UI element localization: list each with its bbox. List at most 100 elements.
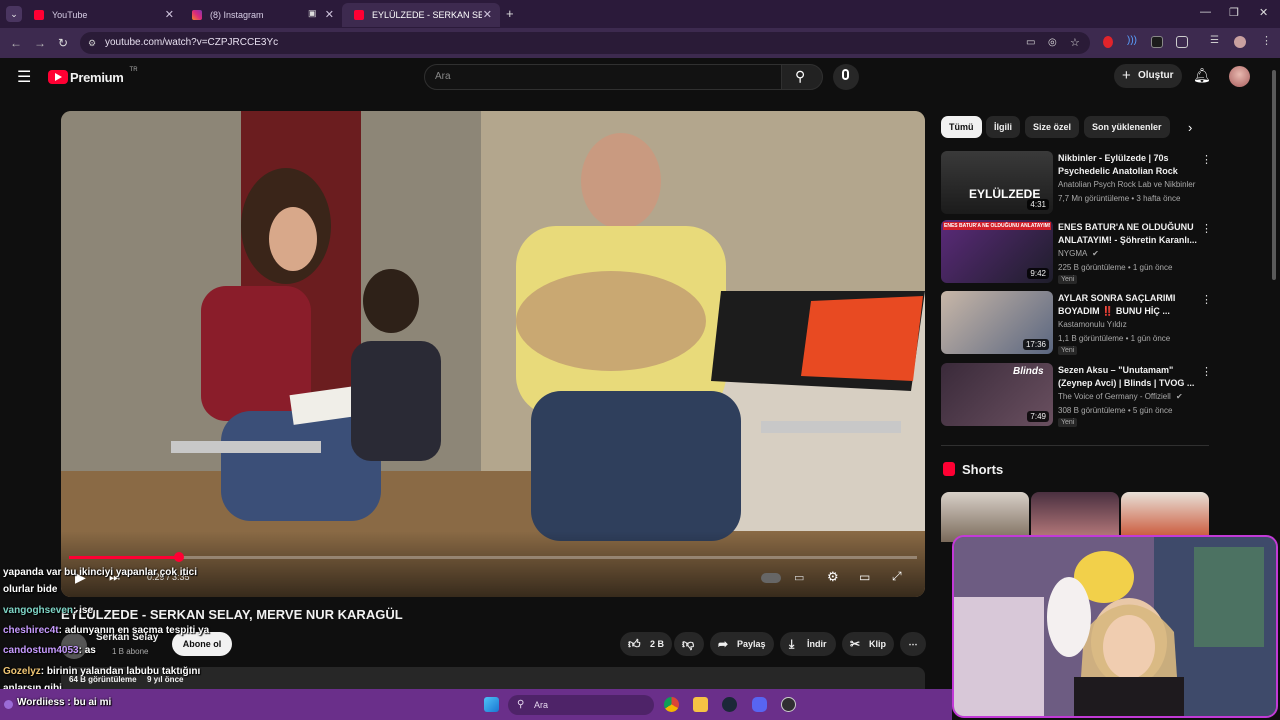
streamer-webcam (952, 535, 1278, 718)
new-badge: Yeni (1058, 418, 1078, 427)
chat-message: olurlar bide (3, 584, 57, 595)
settings-gear-icon[interactable]: ⚙ (827, 569, 839, 585)
forward-icon[interactable]: → (34, 36, 46, 50)
profile-avatar-icon[interactable] (1234, 36, 1246, 48)
search-button[interactable]: ⚲ (781, 64, 823, 90)
restore-icon[interactable]: ❐ (1229, 6, 1239, 19)
back-icon[interactable]: ← (10, 36, 22, 50)
more-vertical-icon[interactable]: ⋮ (1201, 222, 1212, 235)
more-vertical-icon[interactable]: ⋮ (1201, 365, 1212, 378)
new-tab-icon[interactable]: + (506, 6, 514, 21)
recommendation-item[interactable]: ENES BATUR'A NE OLDUĞUNU ANLATAYIM! 9:42… (941, 220, 1212, 284)
chrome-icon[interactable] (664, 697, 679, 712)
reading-list-icon[interactable]: ☰ (1210, 35, 1222, 47)
tab-media-icon[interactable]: ▣ (308, 8, 317, 19)
recommendation-title: Nikbinler - Eylülzede | 70s Psychedelic … (1058, 153, 1178, 176)
thumbs-up-icon: 👍︎ (628, 637, 641, 651)
hamburger-menu-icon[interactable]: ☰ (17, 67, 31, 87)
file-explorer-icon[interactable] (693, 697, 708, 712)
share-label: Paylaş (737, 639, 766, 649)
cast-icon[interactable]: ▭ (1026, 32, 1035, 54)
create-button[interactable]: + Oluştur (1114, 64, 1182, 88)
like-button[interactable]: 👍︎ 2 B (620, 632, 672, 656)
theater-mode-icon[interactable]: ▭ (859, 570, 870, 584)
video-frame (61, 111, 925, 597)
tab-instagram[interactable]: (8) Instagram ▣ ✕ (180, 3, 342, 27)
video-player[interactable]: ▶ ⏭ 0:29 / 3:35 ▭ ⚙ ▭ ⤢ (61, 111, 925, 597)
tab-title: EYLÜLZEDE - SERKAN SELAY, M (372, 10, 482, 20)
recommendation-item[interactable]: EYLÜLZEDE 4:31 Nikbinler - Eylülzede | 7… (941, 151, 1212, 215)
chat-message: yapanda var bu ikinciyi yapanlar çok iti… (3, 567, 197, 578)
autoplay-toggle[interactable] (761, 573, 781, 583)
create-label: Oluştur (1138, 70, 1174, 81)
discord-icon[interactable] (752, 697, 767, 712)
taskbar-search-text: Ara (534, 700, 549, 710)
chip-recent[interactable]: Son yüklenenler (1084, 116, 1170, 138)
chip-for-you[interactable]: Size özel (1025, 116, 1080, 138)
minimize-icon[interactable]: — (1200, 6, 1211, 18)
windows-taskbar: ⚲ Ara Wordiiess : bu ai mi (0, 689, 952, 720)
clip-label: Klip (869, 639, 886, 649)
video-thumbnail: 17:36 (941, 291, 1053, 354)
recommendation-item[interactable]: Blinds 7:49 Sezen Aksu – "Unutamam" (Zey… (941, 363, 1212, 427)
thumbs-down-icon: 👎︎ (682, 637, 695, 651)
extension-red-icon[interactable] (1103, 36, 1113, 48)
taskbar-search[interactable]: ⚲ Ara (508, 695, 654, 715)
reload-icon[interactable]: ↻ (58, 36, 68, 50)
chip-all[interactable]: Tümü (941, 116, 982, 138)
dislike-button[interactable]: 👎︎ (674, 632, 704, 656)
extension-audio-icon[interactable]: ))) (1127, 35, 1139, 47)
tab-list-icon[interactable]: ⌄ (6, 6, 22, 22)
chat-text: olurlar bide (3, 584, 58, 595)
like-count: 2 B (650, 639, 665, 649)
duration-badge: 9:42 (1027, 268, 1049, 279)
more-actions-button[interactable]: ⋯ (900, 632, 926, 656)
tab-youtube[interactable]: YouTube ✕ (22, 3, 182, 27)
extension-mask-icon[interactable] (1151, 36, 1163, 48)
progress-fill (69, 556, 179, 559)
search-input[interactable]: Ara (424, 64, 782, 90)
chip-related[interactable]: İlgili (986, 116, 1020, 138)
voice-search-button[interactable] (833, 64, 859, 90)
thumbnail-caption: ENES BATUR'A NE OLDUĞUNU ANLATAYIM! (943, 222, 1051, 230)
subtitles-icon[interactable]: ▭ (794, 571, 804, 584)
chat-text: : as (78, 645, 96, 656)
fullscreen-icon[interactable]: ⤢ (892, 569, 902, 584)
chat-username: Wordiiess (17, 697, 65, 708)
clip-button[interactable]: ✂ Klip (842, 632, 894, 656)
chevron-right-icon[interactable]: › (1188, 120, 1192, 135)
site-info-icon[interactable]: ⚙ (88, 32, 96, 54)
progress-track[interactable] (69, 552, 917, 562)
address-input[interactable]: ⚙ youtube.com/watch?v=CZPJRCCE3Yc ▭ ◎ ☆ (80, 32, 1090, 54)
window-close-icon[interactable]: ✕ (1259, 6, 1268, 19)
microphone-icon (842, 69, 849, 80)
youtube-premium-logo[interactable]: Premium TR (48, 67, 138, 86)
download-button[interactable]: ⤓ İndir (780, 632, 836, 656)
close-icon[interactable]: ✕ (165, 8, 174, 21)
browser-menu-icon[interactable]: ⋮ (1261, 34, 1273, 47)
bookmark-star-icon[interactable]: ☆ (1070, 32, 1080, 54)
download-icon: ⤓ (789, 637, 795, 651)
tab-current-video[interactable]: EYLÜLZEDE - SERKAN SELAY, M ✕ (342, 3, 500, 27)
youtube-favicon-icon (354, 10, 364, 20)
obs-icon[interactable] (781, 697, 796, 712)
windows-start-icon[interactable] (484, 697, 499, 712)
close-icon[interactable]: ✕ (483, 8, 492, 21)
search-icon: ⚲ (795, 68, 806, 84)
steam-icon[interactable] (722, 697, 737, 712)
scrollbar-thumb[interactable] (1272, 70, 1276, 280)
recommendation-title: ENES BATUR'A NE OLDUĞUNU ANLATAYIM! - Şö… (1058, 222, 1197, 245)
more-vertical-icon[interactable]: ⋮ (1201, 293, 1212, 306)
share-button[interactable]: ➦ Paylaş (710, 632, 774, 656)
eye-off-icon[interactable]: ◎ (1048, 32, 1057, 54)
logo-text: Premium (70, 69, 124, 85)
video-thumbnail: EYLÜLZEDE 4:31 (941, 151, 1053, 214)
progress-scrubber[interactable] (174, 552, 184, 562)
more-vertical-icon[interactable]: ⋮ (1201, 153, 1212, 166)
tab-title: (8) Instagram (210, 10, 264, 20)
close-icon[interactable]: ✕ (325, 8, 334, 21)
extensions-puzzle-icon[interactable] (1176, 36, 1188, 48)
notifications-bell-icon[interactable]: 🔔︎ (1193, 67, 1211, 84)
recommendation-item[interactable]: 17:36 AYLAR SONRA SAÇLARIMI BOYADIM ‼️ B… (941, 291, 1212, 355)
account-avatar[interactable] (1229, 66, 1250, 87)
